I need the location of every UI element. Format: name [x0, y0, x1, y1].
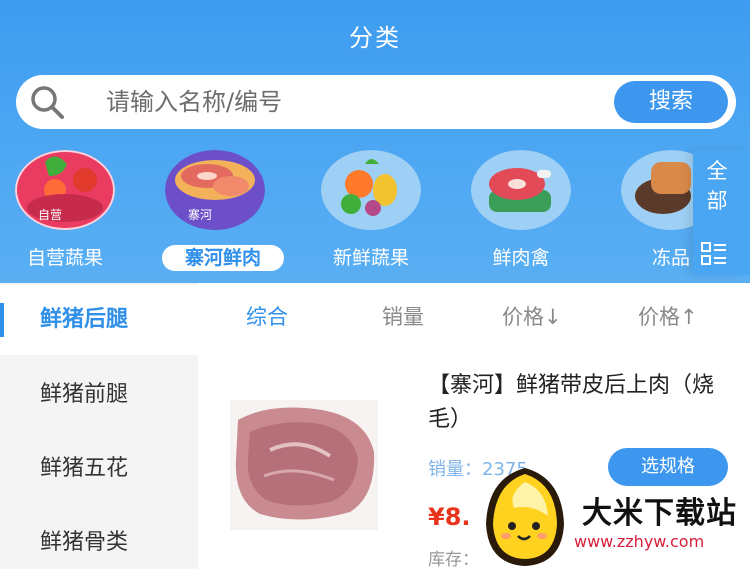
sort-tab-sales[interactable]: 销量: [382, 301, 424, 331]
product-price: ¥8.: [428, 503, 471, 531]
watermark-title: 大米下载站: [582, 496, 737, 531]
sort-tab-overall[interactable]: 综合: [246, 301, 288, 331]
mascot-logo-icon: [486, 468, 564, 566]
search-input[interactable]: [106, 85, 606, 119]
category-label: 新鲜蔬果: [332, 247, 409, 269]
search-bar: 搜索: [16, 75, 736, 129]
pork-product-image[interactable]: [230, 400, 378, 530]
category-self-produce[interactable]: 自营 自营蔬果: [0, 150, 130, 275]
category-zhaihe-meat[interactable]: 寨河 寨河鲜肉: [150, 150, 284, 275]
header-banner: 分类 搜索 自营 自营蔬果 寨河 寨河鲜肉: [0, 0, 750, 283]
active-indicator: [0, 303, 4, 337]
side-item-pork-bones[interactable]: 鲜猪骨类: [0, 508, 198, 569]
side-item-label: 鲜猪五花: [40, 456, 129, 481]
side-item-hind-leg[interactable]: 鲜猪后腿: [0, 285, 198, 355]
category-label: 寨河鲜肉: [162, 245, 284, 271]
page-title: 分类: [349, 24, 401, 52]
sort-tab-price-desc[interactable]: 价格↓: [502, 301, 562, 331]
watermark-url: www.zzhyw.com: [574, 532, 705, 551]
site-watermark: 大米下载站 www.zzhyw.com: [470, 460, 750, 569]
product-title[interactable]: 【寨河】鲜猪带皮后上肉（烧毛）: [428, 369, 728, 437]
sort-tab-price-asc[interactable]: 价格↑: [638, 301, 698, 331]
side-item-pork-belly[interactable]: 鲜猪五花: [0, 434, 198, 504]
side-item-label: 鲜猪骨类: [40, 530, 129, 555]
all-categories-label: 全部: [706, 159, 728, 213]
steak-board-icon: [471, 150, 571, 230]
category-fresh-produce[interactable]: 新鲜蔬果: [306, 150, 436, 275]
grid-list-icon: [701, 242, 726, 265]
search-icon: [31, 86, 64, 119]
search-button[interactable]: 搜索: [614, 81, 728, 123]
vegetables-icon: [321, 150, 421, 230]
category-meat-poultry[interactable]: 鲜肉禽: [456, 150, 586, 275]
category-label: 鲜肉禽: [492, 247, 550, 269]
category-label: 自营蔬果: [26, 247, 103, 269]
subcategory-menu: 鲜猪后腿 鲜猪前腿 鲜猪五花 鲜猪骨类: [0, 283, 198, 569]
category-tag: 寨河: [187, 208, 212, 222]
all-categories-button[interactable]: 全部: [693, 150, 750, 275]
side-item-front-leg[interactable]: 鲜猪前腿: [0, 360, 198, 430]
sort-bar: 综合 销量 价格↓ 价格↑: [198, 283, 750, 349]
side-item-label: 鲜猪前腿: [40, 382, 129, 407]
category-tag: 自营: [37, 208, 62, 222]
side-item-label: 鲜猪后腿: [40, 307, 129, 332]
